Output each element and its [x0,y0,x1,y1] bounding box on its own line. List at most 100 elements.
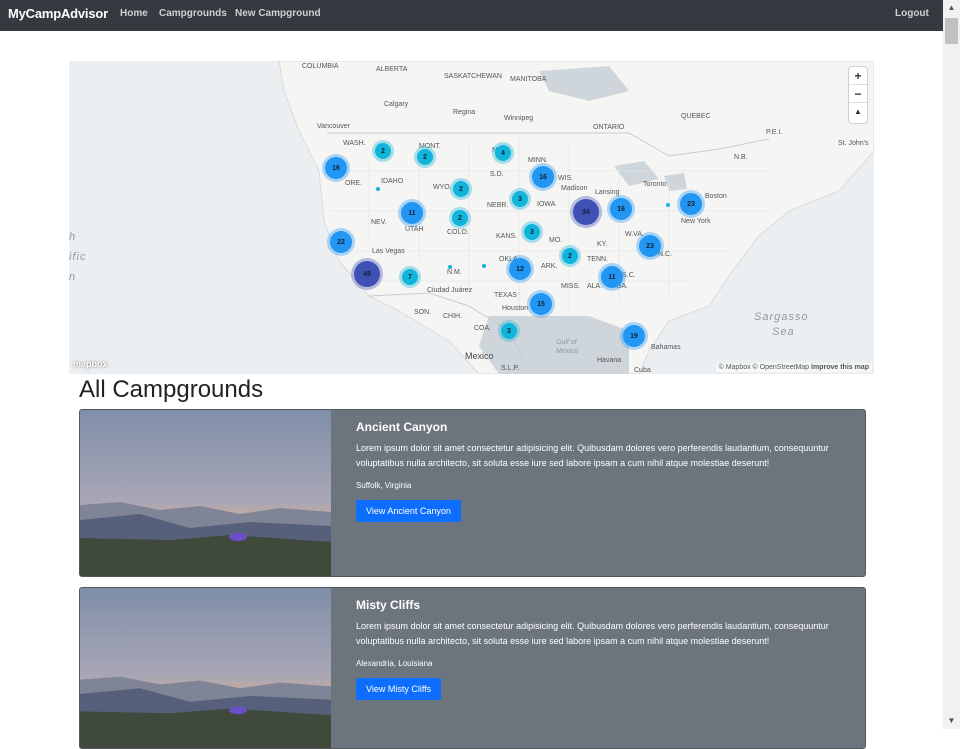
place-label: New York [681,218,711,225]
view-campground-button[interactable]: View Misty Cliffs [356,678,442,700]
improve-map-link[interactable]: Improve this map [811,364,869,371]
top-navbar: MyCampAdvisor Home Campgrounds New Campg… [0,0,943,31]
zoom-in-button[interactable]: + [849,67,867,85]
place-label: Mexico [465,351,494,361]
cluster-marker[interactable]: 11 [401,202,423,224]
place-label: IDAHO [381,178,404,185]
compass-icon[interactable]: ▲ [849,103,867,121]
place-label: COA. [474,325,492,332]
place-label: SASKATCHEWAN [444,73,502,80]
place-label: Bahamas [651,344,681,351]
place-label: Lansing [595,189,620,196]
ocean-label: n [69,271,77,283]
place-label: Vancouver [317,123,350,130]
cluster-marker[interactable]: 49 [354,261,380,287]
place-label: Winnipeg [504,115,534,122]
cluster-marker[interactable]: 16 [610,198,632,220]
cluster-marker[interactable]: 3 [524,224,540,240]
place-label: COLO. [447,229,469,236]
ocean-label: Mexico [556,348,579,355]
cluster-map[interactable]: Sargasso Sea h ific n Gulf of Mexico COL… [69,61,874,374]
ocean-label: Gulf of [556,339,577,346]
place-label: MO. [549,237,563,244]
place-label: Calgary [384,101,409,108]
place-label: N.B. [734,154,748,161]
place-label: S.C. [622,272,636,279]
nav-campgrounds[interactable]: Campgrounds [159,8,227,19]
cluster-marker[interactable]: 2 [417,149,433,165]
brand-logo[interactable]: MyCampAdvisor [8,6,108,21]
map-attribution: © Mapbox © OpenStreetMap Improve this ma… [715,363,872,372]
cluster-marker[interactable]: 2 [452,210,468,226]
cluster-marker[interactable]: 2 [562,248,578,264]
campground-location: Alexandria, Louisiana [356,659,433,668]
place-label: ORE. [345,180,363,187]
ocean-label: h [69,231,77,243]
nav-new-campground[interactable]: New Campground [235,8,321,19]
cluster-marker[interactable]: 16 [532,166,554,188]
place-label: S.L.P. [501,365,520,372]
mapbox-logo[interactable]: mapbox [73,359,108,369]
map-zoom-control: + − ▲ [849,67,867,123]
place-label: CHIH. [443,313,463,320]
place-label: IOWA [537,201,556,208]
zoom-out-button[interactable]: − [849,85,867,103]
scroll-down-icon[interactable]: ▼ [943,713,960,729]
cluster-marker[interactable]: 23 [639,235,661,257]
cluster-marker[interactable]: 19 [623,325,645,347]
attribution-text[interactable]: © Mapbox © OpenStreetMap [719,364,809,371]
nav-home[interactable]: Home [120,8,148,19]
place-label: SON. [414,309,432,316]
cluster-marker[interactable]: 4 [495,145,511,161]
place-label: Las Vegas [372,248,405,255]
place-label: ARK. [541,263,558,270]
cluster-marker[interactable]: 12 [509,258,531,280]
campground-title: Misty Cliffs [356,598,421,612]
ocean-label: ific [69,251,87,263]
campground-card: Ancient Canyon Lorem ipsum dolor sit ame… [79,409,866,577]
cluster-marker[interactable]: 7 [402,269,418,285]
campground-point[interactable] [448,265,452,269]
campground-point[interactable] [482,264,486,268]
place-label: MISS. [561,283,581,290]
cluster-marker[interactable]: 2 [453,181,469,197]
card-body: Misty Cliffs Lorem ipsum dolor sit amet … [356,598,846,700]
campground-point[interactable] [376,187,380,191]
place-label: ONTARIO [593,124,625,131]
place-label: N.M. [447,269,462,276]
cluster-marker[interactable]: 11 [601,266,623,288]
cluster-marker[interactable]: 15 [530,293,552,315]
campground-point[interactable] [666,203,670,207]
scroll-up-icon[interactable]: ▲ [943,0,960,16]
place-label: S.D. [490,171,504,178]
place-label: Houston [502,305,529,312]
page-scrollbar[interactable]: ▲ ▼ [943,0,960,729]
cluster-marker[interactable]: 16 [325,157,347,179]
place-label: NEBR. [487,202,509,209]
cluster-marker[interactable]: 34 [573,199,599,225]
place-label: Havana [597,357,622,364]
place-label: Ciudad Juárez [427,287,473,294]
campground-description: Lorem ipsum dolor sit amet consectetur a… [356,443,829,468]
cluster-marker[interactable]: 2 [375,143,391,159]
place-label: Madison [561,185,588,192]
place-label: KANS. [496,233,518,240]
place-label: UTAH [405,226,424,233]
ocean-label: Sea [772,326,795,338]
place-label: TEXAS [494,292,517,299]
scroll-thumb[interactable] [945,18,958,44]
campground-title: Ancient Canyon [356,420,448,434]
place-label: TENN. [587,256,608,263]
cluster-marker[interactable]: 3 [501,323,517,339]
view-campground-button[interactable]: View Ancient Canyon [356,500,461,522]
nav-logout[interactable]: Logout [895,8,929,19]
place-label: COLUMBIA [302,63,339,70]
campground-card: Misty Cliffs Lorem ipsum dolor sit amet … [79,587,866,749]
cluster-marker[interactable]: 23 [680,193,702,215]
ocean-label: Sargasso [754,311,809,323]
cluster-marker[interactable]: 22 [330,231,352,253]
cluster-marker[interactable]: 3 [512,191,528,207]
map-base [278,61,874,374]
place-label: ALBERTA [376,66,408,73]
place-label: ALA. [587,283,603,290]
